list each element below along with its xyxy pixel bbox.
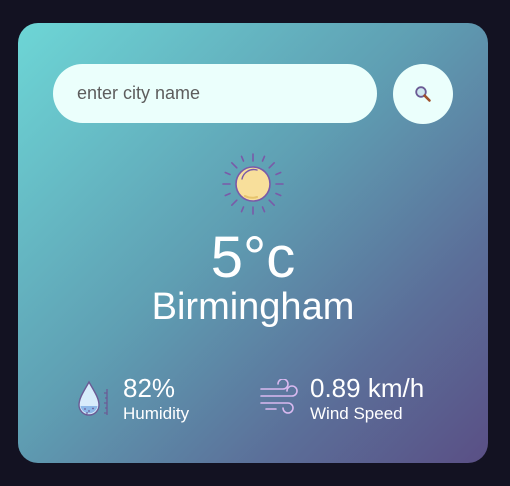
weather-details: 82% Humidity 0.89 km/h Wind Speed: [18, 373, 488, 433]
humidity-value: 82%: [123, 373, 176, 403]
humidity-icon: [78, 380, 108, 416]
wind-label: Wind Speed: [310, 404, 403, 423]
temperature: 5°c: [210, 225, 296, 290]
wind-icon: [260, 379, 298, 414]
search-button[interactable]: [393, 64, 453, 124]
search-bar: [53, 64, 453, 124]
search-input[interactable]: [53, 64, 377, 123]
sun-icon: [222, 153, 284, 215]
humidity-label: Humidity: [123, 404, 190, 423]
weather-card: 5°c Birmingham: [18, 23, 488, 463]
search-icon: [415, 86, 431, 102]
city-name: Birmingham: [151, 286, 355, 328]
wind-value: 0.89 km/h: [310, 373, 425, 403]
